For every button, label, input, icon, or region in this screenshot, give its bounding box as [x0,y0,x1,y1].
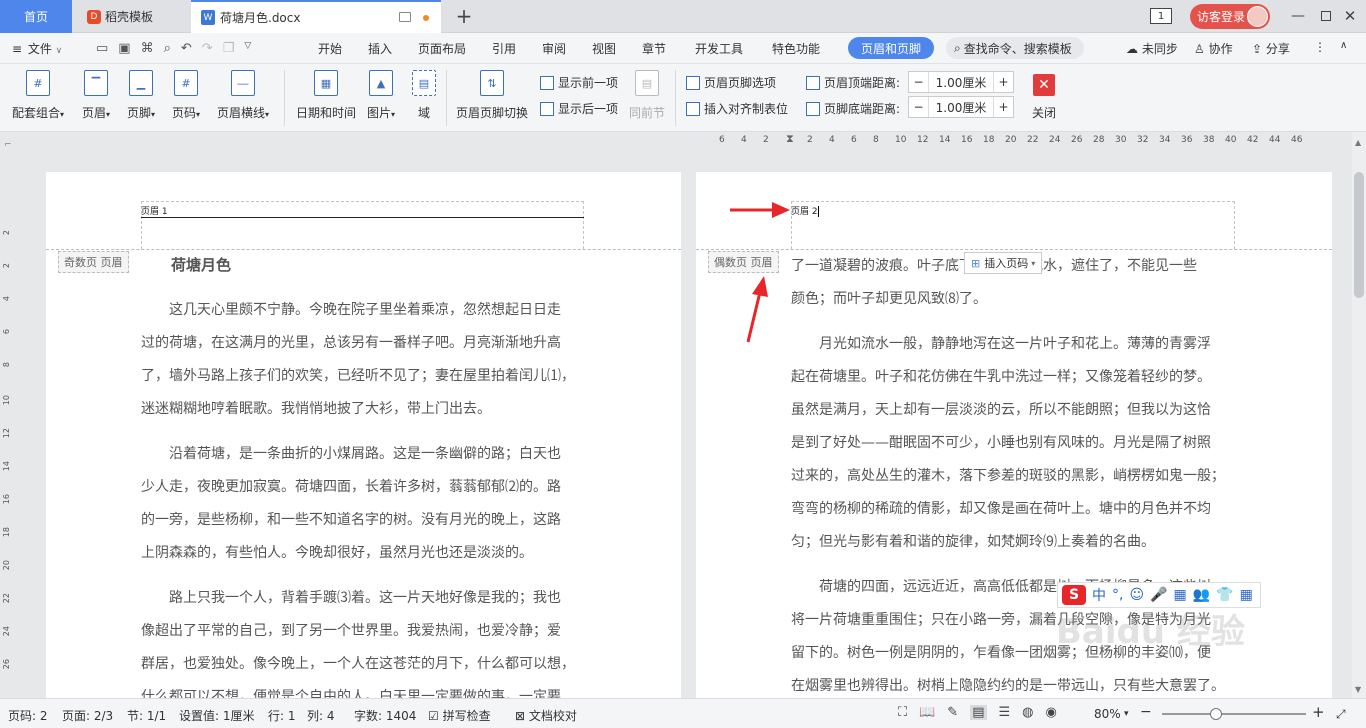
page-view-icon[interactable]: ▤ [970,705,987,720]
zoom-in-button[interactable]: + [1312,703,1325,721]
vertical-scrollbar[interactable]: ▲ ▼ [1352,132,1366,698]
edit-mode-icon[interactable]: ✎ [947,705,958,720]
status-col[interactable]: 列: 4 [307,707,335,724]
scrollbar-thumb[interactable] [1354,172,1364,298]
spell-check-button[interactable]: ☑ 拼写检查 [428,707,491,724]
status-bar: 页码: 2 页面: 2/3 节: 1/1 设置值: 1厘米 行: 1 列: 4 … [0,698,1366,728]
status-section[interactable]: 节: 1/1 [127,707,166,724]
scroll-down-icon[interactable]: ▼ [1355,685,1361,694]
read-mode-icon[interactable]: 📖 [919,705,935,720]
view-modes: ⛶ 📖 ✎ ▤ ☰ ◍ ◉ [898,705,1057,720]
zoom-out-button[interactable]: − [1140,704,1152,720]
arrow-to-even-label [746,291,762,343]
scroll-up-icon[interactable]: ▲ [1355,138,1361,147]
zoom-dropdown-icon[interactable]: ▾ [1124,709,1129,719]
outline-view-icon[interactable]: ☰ [999,705,1011,720]
status-page[interactable]: 页码: 2 [8,707,48,724]
proofread-icon: ⊠ [515,709,526,723]
spell-check-label: 拼写检查 [442,709,491,723]
spell-check-icon: ☑ [428,709,439,723]
arrowhead-up [752,276,768,297]
eye-protect-icon[interactable]: ◉ [1046,705,1057,720]
fullscreen-icon[interactable]: ⛶ [898,705,907,720]
status-pages[interactable]: 页面: 2/3 [62,707,113,724]
zoom-slider-thumb[interactable] [1210,708,1222,720]
annotation-arrows [730,202,790,343]
proofread-button[interactable]: ⊠ 文档校对 [515,707,577,724]
fit-window-icon[interactable]: ⤢ [1336,707,1346,722]
status-row[interactable]: 行: 1 [268,707,296,724]
status-word-count[interactable]: 字数: 1404 [354,707,416,724]
proofread-label: 文档校对 [528,709,577,723]
web-view-icon[interactable]: ◍ [1022,705,1033,720]
zoom-slider[interactable] [1162,708,1306,720]
zoom-level[interactable]: 80% [1094,707,1121,721]
arrowhead-right [772,202,790,218]
status-setting[interactable]: 设置值: 1厘米 [179,707,255,724]
